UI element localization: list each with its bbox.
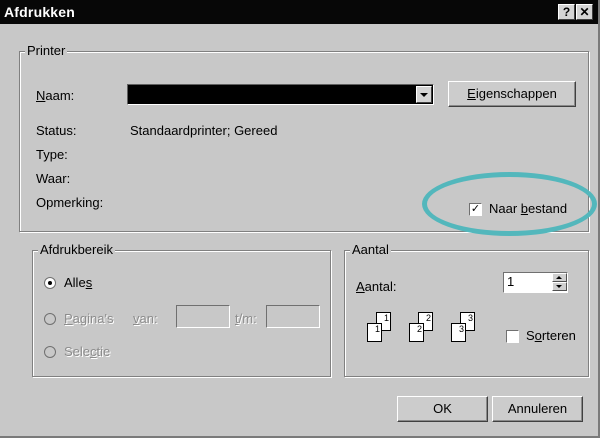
copies-count-value: 1 [507, 274, 515, 289]
printer-name-dropdown[interactable] [127, 84, 434, 105]
where-label: Waar: [36, 171, 71, 186]
range-from-label: van: [133, 311, 158, 326]
close-button[interactable]: ✕ [576, 4, 593, 20]
range-to-input[interactable] [266, 305, 320, 328]
title-bar[interactable]: Afdrukken ? ✕ [0, 0, 598, 24]
page-front-icon: 2 [409, 323, 424, 342]
print-range-legend: Afdrukbereik [38, 242, 115, 257]
range-all-label[interactable]: Alles [64, 275, 92, 290]
page-front-icon: 1 [367, 323, 382, 342]
properties-button[interactable]: Eigenschappen [448, 81, 576, 107]
help-button[interactable]: ? [558, 4, 575, 20]
dialog-title: Afdrukken [4, 4, 76, 20]
chevron-down-icon[interactable] [416, 86, 432, 103]
ok-button[interactable]: OK [397, 396, 488, 422]
annotation-circle [422, 172, 597, 236]
collate-pages-icon: 1 1 2 2 3 3 [367, 312, 493, 344]
copies-legend: Aantal [350, 242, 391, 257]
spinner-up-icon[interactable] [552, 273, 567, 282]
range-pages-label[interactable]: Pagina's [64, 311, 113, 326]
range-selection-radio[interactable] [44, 346, 56, 358]
copies-count-label: Aantal: [356, 279, 397, 294]
range-selection-label[interactable]: Selectie [64, 344, 110, 359]
comment-label: Opmerking: [36, 195, 104, 210]
range-pages-radio[interactable] [44, 313, 56, 325]
status-value: Standaardprinter; Gereed [130, 123, 278, 138]
printer-group-legend: Printer [25, 43, 68, 58]
printer-name-label: Naam: [36, 88, 75, 103]
spinner-down-icon[interactable] [552, 282, 567, 291]
range-from-input[interactable] [176, 305, 230, 328]
range-to-label: t/m: [235, 311, 257, 326]
collate-checkbox[interactable] [506, 330, 519, 343]
type-label: Type: [36, 147, 68, 162]
cancel-button[interactable]: Annuleren [492, 396, 583, 422]
range-all-radio[interactable] [44, 277, 56, 289]
page-front-icon: 3 [451, 323, 466, 342]
collate-label[interactable]: Sorteren [526, 328, 576, 343]
status-label: Status: [36, 123, 77, 138]
